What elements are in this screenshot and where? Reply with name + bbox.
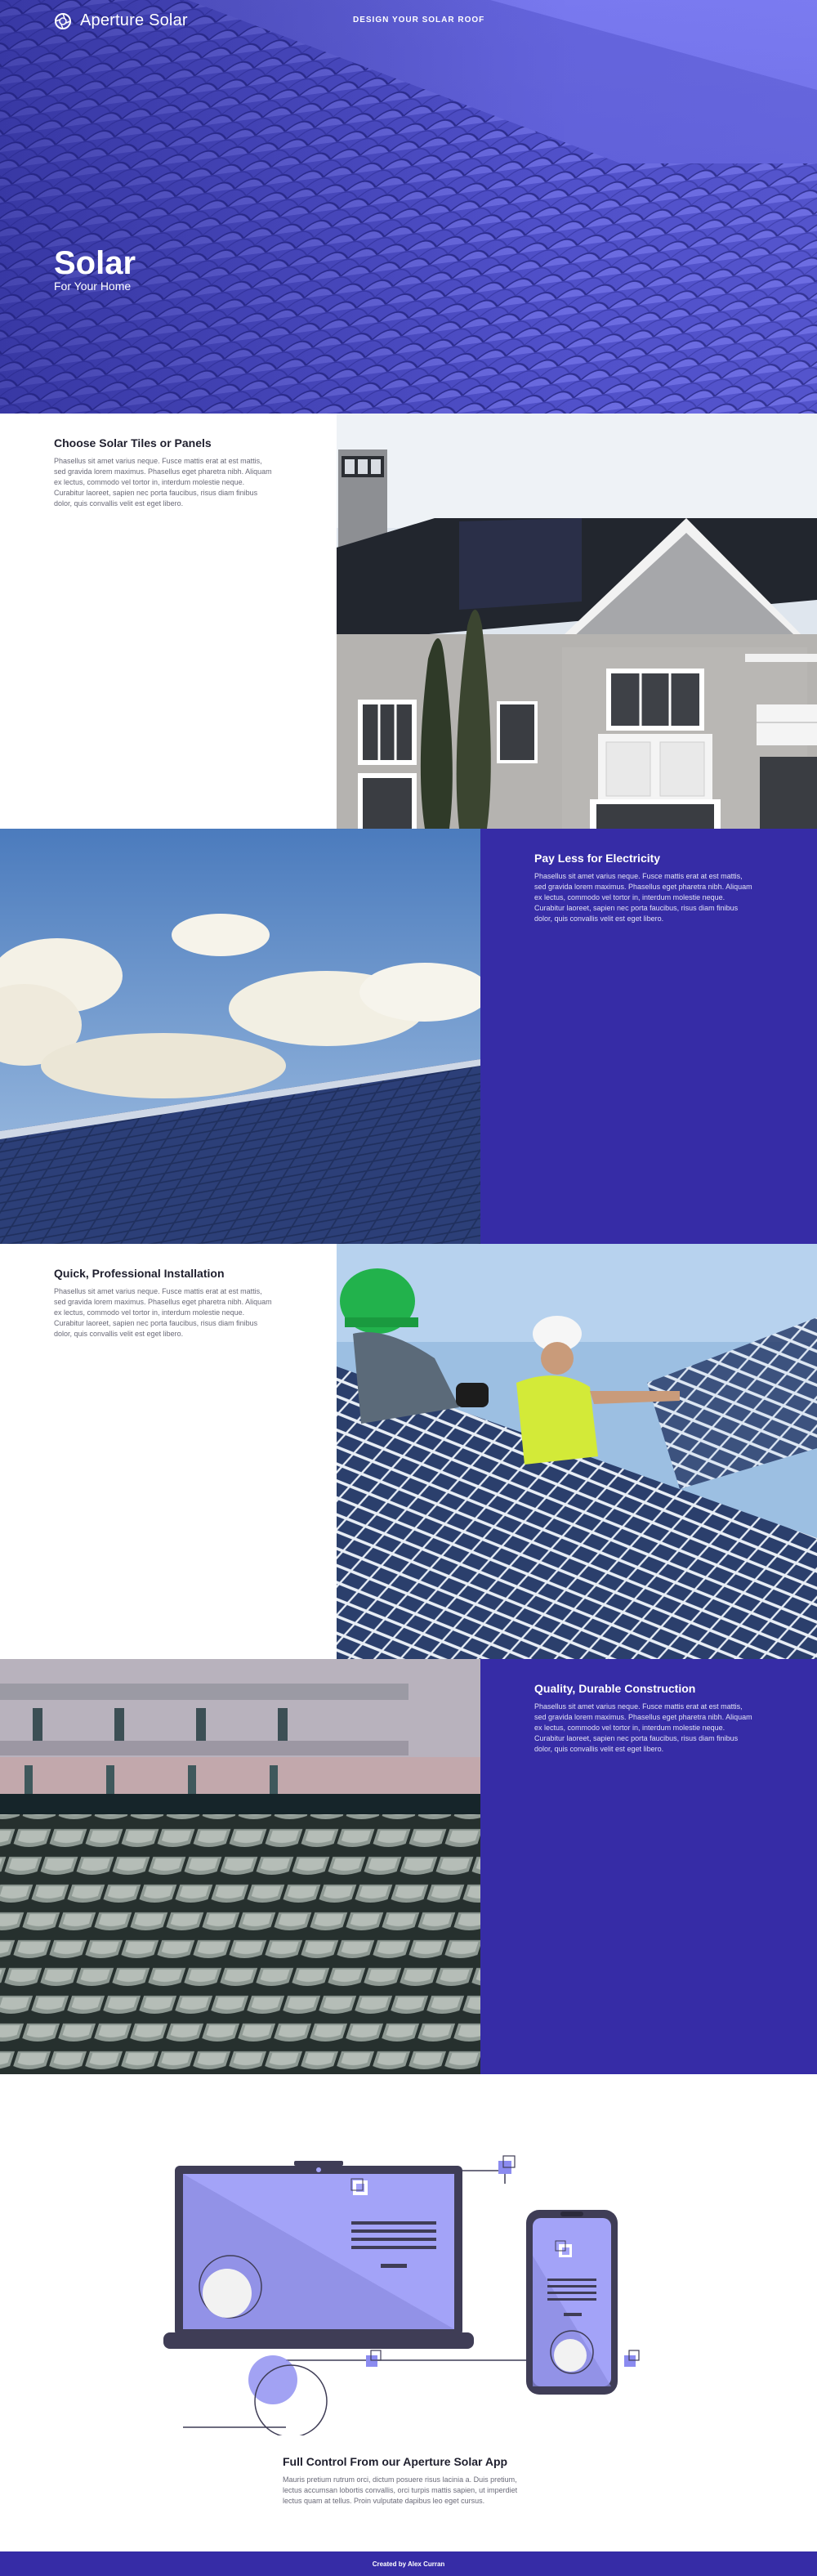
installers-photo (337, 1244, 817, 1659)
feature-text-panel: Quality, Durable Construction Phasellus … (480, 1659, 817, 2074)
feature-text-panel: Quick, Professional Installation Phasell… (0, 1244, 337, 1659)
feature-body: Phasellus sit amet varius neque. Fusce m… (54, 1287, 272, 1338)
feature-text-panel: Choose Solar Tiles or Panels Phasellus s… (0, 414, 337, 829)
feature-title: Pay Less for Electricity (534, 852, 661, 865)
hero-title: Solar (54, 245, 136, 281)
feature-title: Quality, Durable Construction (534, 1682, 696, 1695)
aperture-logo-icon (55, 12, 71, 29)
hero-banner: Aperture Solar DESIGN YOUR SOLAR ROOF So… (0, 0, 817, 414)
feature-title: Choose Solar Tiles or Panels (54, 436, 212, 449)
hero-tint-overlay (0, 0, 817, 414)
footer-credit: Created by Alex Curran (372, 2560, 445, 2568)
feature-body: Phasellus sit amet varius neque. Fusce m… (534, 1702, 752, 1753)
site-footer: Created by Alex Curran (0, 2551, 817, 2576)
app-section: Full Control From our Aperture Solar App… (0, 2076, 817, 2551)
top-navigation: Aperture Solar DESIGN YOUR SOLAR ROOF (0, 0, 817, 41)
feature-body: Phasellus sit amet varius neque. Fusce m… (54, 457, 272, 508)
app-section-body: Mauris pretium rutrum orci, dictum posue… (283, 2475, 518, 2505)
feature-row-construction: Quality, Durable Construction Phasellus … (0, 1659, 817, 2074)
design-roof-link[interactable]: DESIGN YOUR SOLAR ROOF (353, 16, 484, 25)
app-section-title: Full Control From our Aperture Solar App (283, 2455, 508, 2468)
feature-title: Quick, Professional Installation (54, 1267, 225, 1280)
app-devices-illustration (163, 2155, 640, 2435)
house-photo (337, 414, 817, 829)
feature-row-installation: Quick, Professional Installation Phasell… (0, 1244, 817, 1659)
brand-name: Aperture Solar (80, 11, 188, 29)
roof-shingles-photo (0, 1659, 480, 2074)
feature-row-tiles: Choose Solar Tiles or Panels Phasellus s… (0, 414, 817, 829)
feature-text-panel: Pay Less for Electricity Phasellus sit a… (480, 829, 817, 1244)
hero-subtitle: For Your Home (54, 280, 132, 293)
feature-row-savings: Pay Less for Electricity Phasellus sit a… (0, 829, 817, 1244)
brand-logo[interactable]: Aperture Solar (54, 11, 188, 30)
feature-body: Phasellus sit amet varius neque. Fusce m… (534, 872, 752, 923)
solar-panels-sky-photo (0, 829, 480, 1244)
